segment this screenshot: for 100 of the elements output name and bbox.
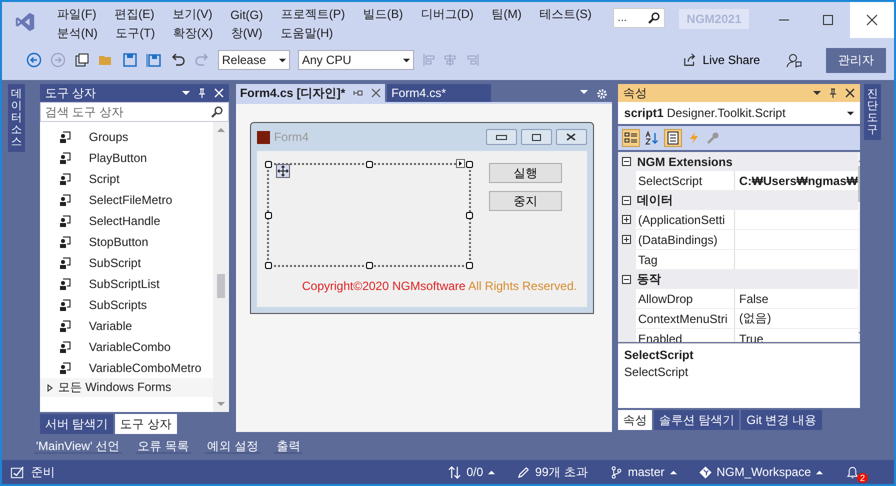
live-share-button[interactable]: Live Share (676, 52, 766, 68)
property-row[interactable]: ContextMenuStri (없음) (618, 309, 858, 329)
menu-item[interactable]: 보기(V) (163, 6, 222, 23)
document-tab[interactable]: Form4.cs* (387, 84, 492, 102)
document-tab[interactable]: Form4.cs [디자인]* (236, 84, 386, 102)
toolbox-item[interactable]: SubScriptList (40, 273, 213, 294)
expander-icon[interactable] (46, 384, 54, 392)
resize-handle[interactable] (466, 161, 473, 168)
search-field[interactable]: ... (612, 8, 665, 28)
admin-button[interactable]: 관리자 (826, 48, 886, 72)
move-handle-icon[interactable] (276, 164, 290, 178)
panel-tab[interactable]: 서버 탐색기 (40, 414, 114, 434)
toolbox-item[interactable]: StopButton (40, 231, 213, 252)
menu-item[interactable]: 창(W) (222, 25, 272, 42)
property-value[interactable]: False (739, 292, 768, 306)
resize-handle[interactable] (366, 161, 373, 168)
property-name[interactable]: (DataBindings) (636, 230, 736, 249)
search-field[interactable]: 검색 도구 상자 (40, 102, 229, 122)
property-row[interactable]: (ApplicationSetti (618, 210, 858, 230)
tool-window-tab[interactable]: 예외 설정 (205, 434, 260, 454)
menu-item[interactable]: 빌드(B) (354, 6, 412, 23)
property-name[interactable]: (ApplicationSetti (636, 210, 736, 229)
resize-handle[interactable] (264, 262, 272, 269)
smart-tag-icon[interactable] (456, 159, 465, 168)
close-icon[interactable] (371, 88, 382, 98)
platform-dropdown[interactable]: Any CPU (298, 50, 414, 70)
toolbox-item[interactable]: Groups (40, 126, 213, 147)
collapse-icon[interactable] (622, 157, 632, 166)
property-name[interactable]: Tag (636, 250, 736, 269)
save-icon[interactable] (122, 52, 138, 68)
resize-handle[interactable] (466, 262, 473, 269)
sort-alphabetical-icon[interactable] (645, 131, 660, 145)
panel-tab[interactable]: 솔루션 탐색기 (654, 410, 740, 430)
property-name[interactable]: AllowDrop (636, 289, 736, 308)
menu-item[interactable]: Git(G) (221, 8, 272, 22)
resize-handle[interactable] (466, 212, 473, 219)
categorized-button[interactable] (622, 129, 640, 147)
resize-handle[interactable] (264, 161, 272, 168)
undo-icon[interactable] (170, 52, 186, 68)
property-name[interactable]: ContextMenuStri (636, 309, 736, 328)
menu-item[interactable]: 편집(E) (105, 6, 164, 23)
object-selector[interactable]: script1 Designer.Toolkit.Script (618, 102, 860, 124)
changes-button[interactable]: 0/0 (448, 465, 496, 479)
toolbox-item[interactable]: Script (40, 168, 213, 189)
property-row[interactable]: Tag (618, 250, 858, 270)
menu-item[interactable]: 테스트(S) (530, 6, 601, 23)
menu-item[interactable]: 확장(X) (164, 25, 222, 42)
scroll-thumb[interactable] (216, 274, 225, 298)
menu-item[interactable]: 분석(N) (48, 25, 107, 42)
toolbox-item[interactable]: VariableComboMetro (40, 357, 213, 378)
menu-item[interactable]: 디버그(D) (412, 6, 483, 23)
dropdown-icon[interactable] (813, 89, 822, 97)
menu-item[interactable]: 파일(F) (48, 6, 106, 23)
resize-handle[interactable] (264, 212, 272, 219)
collapse-icon[interactable] (622, 196, 632, 205)
property-row[interactable]: AllowDrop False (618, 289, 858, 309)
toolbox-item[interactable]: PlayButton (40, 147, 213, 168)
close-icon[interactable] (845, 88, 856, 98)
panel-tab[interactable]: 속성 (618, 410, 652, 430)
form-button[interactable]: 실행 (488, 163, 562, 183)
property-row[interactable]: (DataBindings) (618, 230, 858, 250)
toolbox-item[interactable]: SubScripts (40, 294, 213, 315)
dropdown-icon[interactable] (182, 89, 190, 97)
toolbox-item[interactable]: VariableCombo (40, 336, 213, 357)
property-row[interactable]: SelectScript C:₩Users₩ngmas₩ (618, 171, 858, 191)
side-tab[interactable]: 데이터 소스 (8, 84, 25, 152)
toolbox-group[interactable]: 모든 Windows Forms (40, 378, 213, 397)
property-name[interactable]: SelectScript (636, 171, 736, 190)
menu-item[interactable]: 도구(T) (106, 25, 164, 42)
settings-icon[interactable] (596, 88, 608, 100)
side-tab[interactable]: 진단 도구 (864, 84, 882, 140)
feedback-icon[interactable] (786, 52, 802, 68)
menu-item[interactable]: 프로젝트(P) (272, 6, 354, 23)
dropdown-icon[interactable] (580, 88, 588, 96)
scrollbar[interactable] (212, 122, 229, 412)
menu-item[interactable]: 팀(M) (482, 6, 531, 23)
expand-icon[interactable] (622, 215, 632, 224)
tool-window-tab[interactable]: 'MainView' 선언 (34, 434, 122, 454)
tool-window-tab[interactable]: 오류 목록 (136, 434, 192, 454)
bell-icon[interactable] (845, 464, 860, 480)
property-value[interactable]: C:₩Users₩ngmas₩ (739, 174, 858, 188)
pin-icon[interactable] (353, 88, 364, 98)
new-project-icon[interactable] (74, 52, 90, 68)
properties-button[interactable] (664, 129, 682, 147)
save-all-icon[interactable] (146, 52, 162, 68)
property-value[interactable]: (없음) (739, 310, 772, 327)
tool-window-tab[interactable]: 출력 (274, 434, 302, 454)
toolbox-item[interactable]: SelectFileMetro (40, 189, 213, 210)
repository-button[interactable]: NGM_Workspace (698, 465, 823, 479)
expand-icon[interactable] (622, 235, 632, 244)
toolbox-item[interactable]: SelectHandle (40, 210, 213, 231)
configuration-dropdown[interactable]: Release (218, 50, 290, 70)
back-icon[interactable] (26, 52, 42, 68)
branch-button[interactable]: master (610, 465, 677, 479)
menu-item[interactable]: 도움말(H) (271, 25, 342, 42)
errors-button[interactable]: 99개 초과 (517, 464, 588, 480)
panel-tab[interactable]: 도구 상자 (115, 414, 177, 434)
toolbox-item[interactable]: Variable (40, 315, 213, 336)
collapse-icon[interactable] (622, 275, 632, 284)
resize-handle[interactable] (366, 262, 373, 269)
